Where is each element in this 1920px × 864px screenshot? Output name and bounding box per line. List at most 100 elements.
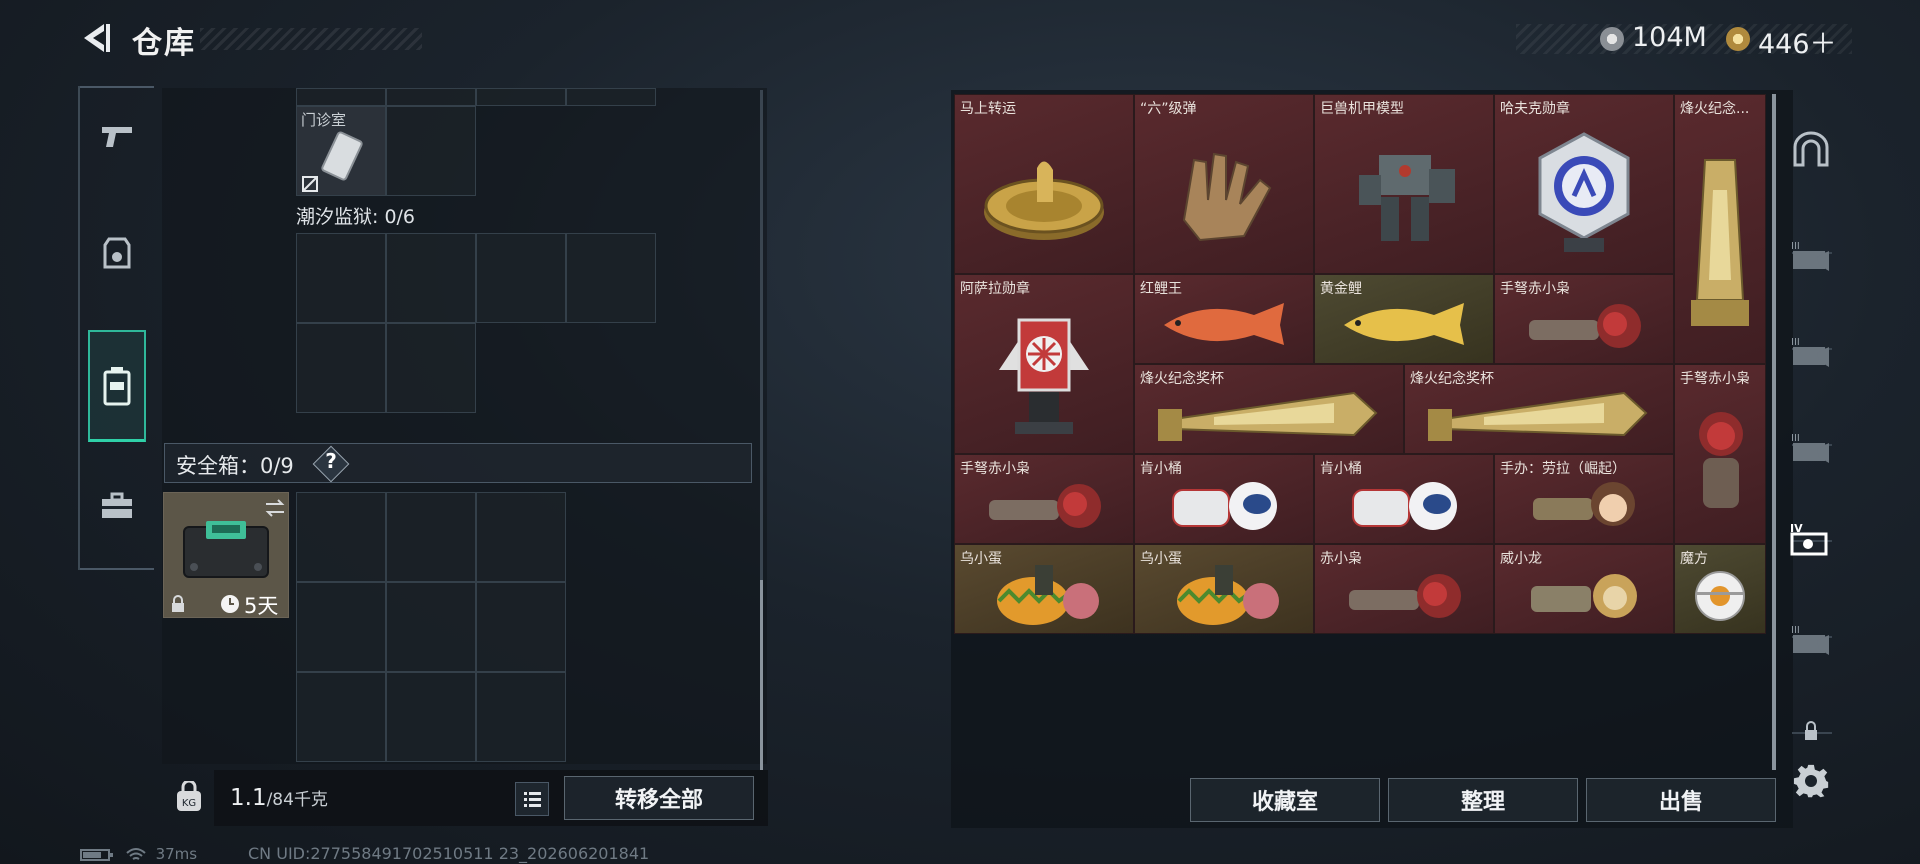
pistol-icon (102, 127, 132, 147)
item-card[interactable]: 手弩赤小枭 (1494, 274, 1674, 364)
safe-grid-cell[interactable] (386, 582, 476, 672)
uid-text: CN UID:277558491702510511 23_20260620184… (248, 844, 650, 863)
item-card[interactable]: 威小龙 (1494, 544, 1674, 634)
item-card[interactable]: 烽火纪念... (1674, 94, 1766, 364)
category-weapons[interactable] (80, 86, 154, 186)
keycard-icon (321, 131, 363, 181)
item-card[interactable]: 烽火纪念奖杯 (1404, 364, 1674, 454)
item-card[interactable]: 巨兽机甲模型 (1314, 94, 1494, 274)
network-status: 37ms (80, 845, 197, 863)
red-owl-figure-icon (1349, 574, 1461, 619)
sidebar-bottom-edge (80, 568, 154, 570)
svg-text:III: III (1791, 433, 1800, 444)
grid-cell[interactable] (386, 233, 476, 323)
inventory-scrollbar[interactable] (760, 580, 763, 770)
haavk-medal-icon (1538, 131, 1630, 252)
trophy-icon (1691, 159, 1749, 327)
grid-cell[interactable] (296, 233, 386, 323)
item-label: 门诊室 (301, 111, 347, 129)
item-grid: 马上转运 “六”级弹 巨兽机甲模型 哈夫克勋章 烽火纪念... 阿萨拉勋章 红鲤… (954, 94, 1766, 634)
battery-icon (80, 848, 113, 861)
swap-icon (265, 499, 285, 517)
item-card[interactable]: 红鲤王 (1134, 274, 1314, 364)
item-card[interactable]: 马上转运 (954, 94, 1134, 274)
item-card[interactable]: 烽火纪念奖杯 (1134, 364, 1404, 454)
item-card[interactable]: 乌小蛋 (954, 544, 1134, 634)
item-card[interactable]: 手弩赤小枭 (1674, 364, 1766, 544)
item-card[interactable]: 手弩赤小枭 (954, 454, 1134, 544)
item-name: 黄金鲤 (1320, 281, 1362, 297)
item-card[interactable]: 乌小蛋 (1134, 544, 1314, 634)
clinic-keycard-item[interactable]: 门诊室 (296, 106, 386, 196)
svg-text:KG: KG (182, 798, 196, 809)
category-case[interactable] (80, 456, 154, 556)
tab-vault[interactable] (1778, 104, 1844, 194)
item-name: 红鲤王 (1140, 281, 1182, 297)
sell-button[interactable]: 出售 (1586, 778, 1776, 822)
grid-cell[interactable] (386, 88, 476, 106)
grid-cell[interactable] (566, 233, 656, 323)
settings-gear-icon[interactable] (1793, 763, 1829, 799)
item-card[interactable]: 阿萨拉勋章 (954, 274, 1134, 454)
safe-grid-cell[interactable] (476, 582, 566, 672)
svg-text:III: III (1791, 625, 1800, 636)
grid-cell[interactable] (386, 323, 476, 413)
safe-grid-cell[interactable] (296, 492, 386, 582)
item-card[interactable]: 哈夫克勋章 (1494, 94, 1674, 274)
organize-button[interactable]: 整理 (1388, 778, 1578, 822)
item-name: 阿萨拉勋章 (960, 281, 1030, 297)
gold-coin-icon (1726, 27, 1750, 51)
item-name: 哈夫克勋章 (1500, 101, 1570, 117)
item-card[interactable]: 黄金鲤 (1314, 274, 1494, 364)
grid-cell[interactable] (296, 323, 386, 413)
collection-room-button[interactable]: 收藏室 (1190, 778, 1380, 822)
svg-text:III: III (1791, 337, 1800, 348)
item-card[interactable]: 肯小桶 (1134, 454, 1314, 544)
astronaut-figure-icon (1352, 482, 1457, 531)
safe-grid-cell[interactable] (386, 672, 476, 762)
grid-cell[interactable] (386, 106, 476, 196)
tab-tier-3-c[interactable]: III (1778, 402, 1844, 492)
safe-grid-cell[interactable] (386, 492, 476, 582)
item-card[interactable]: 赤小枭 (1314, 544, 1494, 634)
category-backpack[interactable] (88, 330, 146, 442)
transfer-all-button[interactable]: 转移全部 (564, 776, 754, 820)
back-arrow-icon[interactable] (78, 20, 114, 56)
grid-cell[interactable] (566, 88, 656, 106)
grid-cell[interactable] (476, 233, 566, 323)
safe-grid-cell[interactable] (476, 492, 566, 582)
safe-grid-cell[interactable] (476, 672, 566, 762)
egg-figure-icon (997, 565, 1099, 626)
astronaut-figure-icon (1172, 482, 1277, 531)
tab-tier-3-a[interactable]: III (1778, 210, 1844, 300)
weight-max: /84千克 (266, 790, 328, 810)
golden-carp-icon (1344, 303, 1464, 346)
item-card[interactable]: 魔方 (1674, 544, 1766, 634)
trophy-icon (1158, 392, 1378, 442)
safe-grid-cell[interactable] (296, 672, 386, 762)
wifi-icon (126, 847, 146, 860)
currency-gold-value[interactable]: 446＋ (1758, 22, 1837, 61)
tier-3-icon: III (1791, 241, 1829, 271)
tab-tier-3-d[interactable]: III (1778, 594, 1844, 684)
list-view-button[interactable] (515, 782, 549, 816)
item-card[interactable]: 肯小桶 (1314, 454, 1494, 544)
grid-cell[interactable] (476, 88, 566, 106)
tab-tier-3-b[interactable]: III (1778, 306, 1844, 396)
item-card[interactable]: “六”级弹 (1134, 94, 1314, 274)
tab-tier-4-active[interactable]: IV (1778, 494, 1844, 584)
collection-scrollbar[interactable] (1772, 94, 1776, 770)
title-decoration (200, 28, 422, 50)
weight-readout: 1.1/84千克 (230, 785, 328, 811)
backpack-icon (103, 366, 131, 405)
egg-figure-icon (1177, 565, 1279, 626)
grid-cell[interactable] (296, 88, 386, 106)
crossbow-owl-icon (989, 484, 1101, 529)
item-name: 手弩赤小枭 (1680, 371, 1750, 387)
safe-grid-cell[interactable] (296, 582, 386, 672)
currency-silver-value: 104M (1632, 22, 1707, 53)
bullet-hand-icon (1182, 152, 1272, 241)
safe-box-label: 安全箱：0/9 (176, 454, 294, 478)
item-card[interactable]: 手办：劳拉（崛起） (1494, 454, 1674, 544)
category-equipment[interactable] (80, 204, 154, 304)
